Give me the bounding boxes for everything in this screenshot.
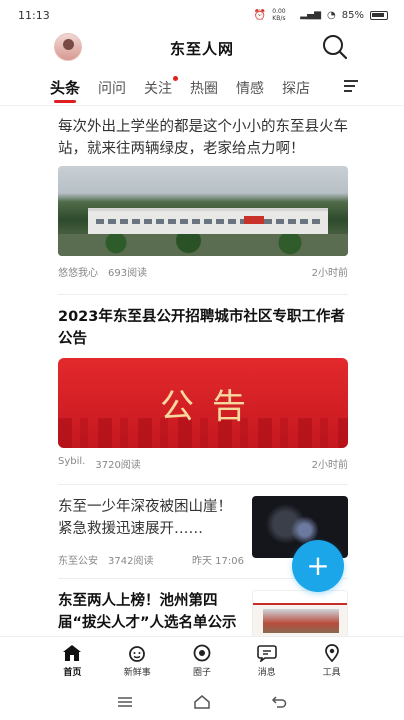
home-system-icon[interactable] bbox=[193, 695, 211, 709]
nav-label: 圈子 bbox=[192, 668, 211, 678]
tab-emotion[interactable]: 情感 bbox=[236, 78, 264, 98]
article-reads: 3742阅读 bbox=[108, 556, 154, 567]
article-title: 2023年东至县公开招聘城市社区专职工作者公告 bbox=[58, 309, 345, 347]
face-icon bbox=[129, 646, 146, 662]
trees bbox=[58, 234, 348, 256]
article-card[interactable]: 2023年东至县公开招聘城市社区专职工作者公告 公告 Sybil. 3720阅读… bbox=[58, 306, 348, 471]
battery-percent: 85% bbox=[341, 9, 364, 21]
article-time: 2小时前 bbox=[311, 268, 348, 279]
article-author: Sybil. bbox=[58, 456, 86, 467]
article-title: 每次外出上学坐的都是这个小小的东至县火车站，就来往两辆绿皮，老家给点力啊！ bbox=[58, 119, 348, 157]
notice-image-text: 公告 bbox=[160, 386, 264, 427]
article-card[interactable]: 每次外出上学坐的都是这个小小的东至县火车站，就来往两辆绿皮，老家给点力啊！ 悠悠… bbox=[58, 116, 348, 279]
wifi-icon: ◔ bbox=[327, 9, 336, 21]
news-feed[interactable]: 每次外出上学坐的都是这个小小的东至县火车站，就来往两辆绿皮，老家给点力啊！ 悠悠… bbox=[0, 106, 404, 636]
article-author: 悠悠我心 bbox=[58, 268, 98, 279]
home-icon bbox=[63, 645, 82, 661]
article-image bbox=[58, 166, 348, 256]
notice-image: 公告 bbox=[58, 358, 348, 448]
menu-icon[interactable] bbox=[344, 80, 358, 94]
nav-circle[interactable]: 圈子 bbox=[170, 637, 235, 684]
tab-ask[interactable]: 问问 bbox=[98, 78, 126, 98]
article-author: 东至公安 bbox=[58, 556, 98, 567]
nav-home[interactable]: 首页 bbox=[40, 637, 105, 684]
add-post-button[interactable]: + bbox=[292, 540, 344, 592]
app-header: 东至人网 bbox=[0, 30, 404, 70]
station-sign bbox=[244, 216, 264, 224]
station-building bbox=[88, 208, 328, 234]
net-speed: 0.00 KB/s bbox=[272, 8, 286, 22]
article-time: 2小时前 bbox=[311, 460, 348, 471]
article-reads: 3720阅读 bbox=[95, 460, 141, 471]
status-icons: ⏰ 0.00 KB/s ▂▄▆ ◔ 85% bbox=[254, 8, 388, 22]
article-meta: 东至公安 3742阅读 昨天 17:06 bbox=[58, 552, 244, 567]
nav-fresh[interactable]: 新鲜事 bbox=[105, 637, 170, 684]
nav-label: 首页 bbox=[63, 668, 82, 678]
battery-icon bbox=[370, 10, 388, 20]
bottom-nav: 首页 新鲜事 圈子 消息 工具 bbox=[0, 636, 404, 684]
tab-hot-circle[interactable]: 热圈 bbox=[190, 78, 218, 98]
article-thumbnail bbox=[252, 590, 348, 636]
system-nav bbox=[0, 684, 404, 720]
category-tabs: 头条 问问 关注 热圈 情感 探店 bbox=[0, 70, 404, 106]
nav-label: 消息 bbox=[257, 668, 276, 678]
back-icon[interactable] bbox=[271, 695, 287, 709]
tab-follow-label: 关注 bbox=[144, 80, 173, 97]
article-meta: Sybil. 3720阅读 2小时前 bbox=[58, 456, 348, 471]
notification-dot bbox=[173, 75, 179, 81]
tab-store-explore[interactable]: 探店 bbox=[282, 78, 310, 98]
nav-label: 新鲜事 bbox=[123, 668, 151, 678]
tab-headlines[interactable]: 头条 bbox=[50, 77, 80, 103]
alarm-icon: ⏰ bbox=[253, 9, 267, 21]
article-title: 东至两人上榜！池州第四届“拔尖人才”人选名单公示 bbox=[58, 593, 237, 631]
nav-messages[interactable]: 消息 bbox=[234, 637, 299, 684]
signal-icon: ▂▄▆ bbox=[300, 10, 322, 20]
article-reads: 693阅读 bbox=[108, 268, 148, 279]
status-time: 11:13 bbox=[18, 8, 50, 22]
divider bbox=[58, 484, 348, 485]
nav-label: 工具 bbox=[322, 668, 341, 678]
message-icon bbox=[256, 645, 277, 662]
recent-apps-icon[interactable] bbox=[117, 696, 133, 708]
status-bar: 11:13 ⏰ 0.00 KB/s ▂▄▆ ◔ 85% bbox=[0, 0, 404, 30]
nav-tools[interactable]: 工具 bbox=[299, 637, 364, 684]
search-icon[interactable] bbox=[322, 34, 348, 60]
divider bbox=[58, 294, 348, 295]
circle-icon bbox=[193, 644, 211, 662]
article-time: 昨天 17:06 bbox=[192, 556, 244, 567]
location-icon bbox=[324, 644, 339, 662]
tab-follow[interactable]: 关注 bbox=[144, 75, 179, 98]
article-title: 东至一少年深夜被困山崖！紧急救援迅速展开…… bbox=[58, 499, 232, 537]
article-card[interactable]: 东至两人上榜！池州第四届“拔尖人才”人选名单公示 bbox=[58, 590, 348, 636]
article-meta: 悠悠我心 693阅读 2小时前 bbox=[58, 264, 348, 279]
